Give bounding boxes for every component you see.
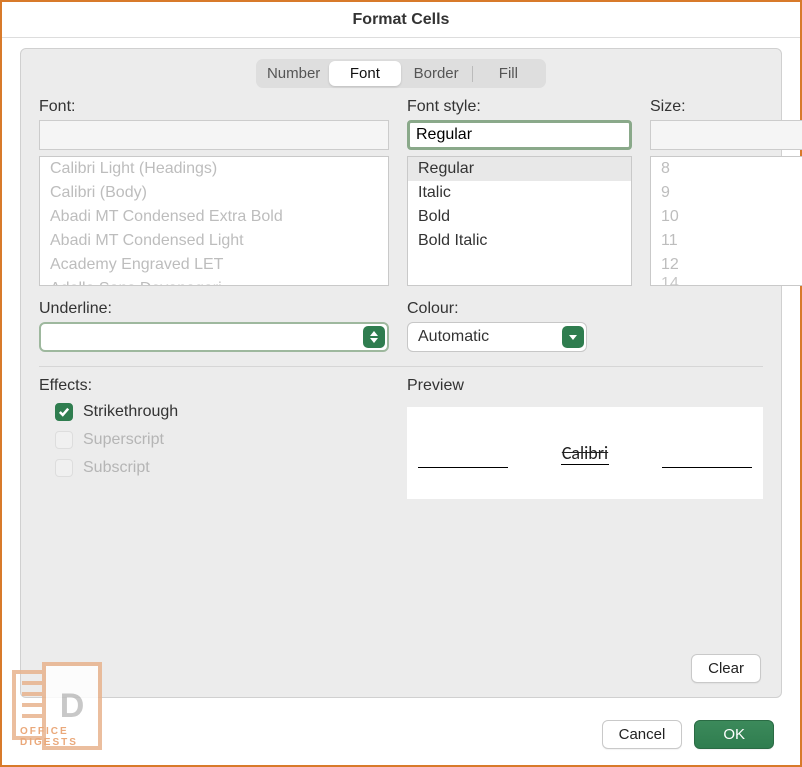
font-style-option[interactable]: Bold <box>408 205 631 229</box>
size-option[interactable]: 9 <box>651 181 802 205</box>
size-option[interactable]: 11 <box>651 229 802 253</box>
effects-label: Effects: <box>39 377 389 395</box>
checkbox-empty-icon <box>55 459 73 477</box>
font-label: Font: <box>39 98 389 116</box>
font-option[interactable]: Abadi MT Condensed Light <box>40 229 388 253</box>
preview-underline <box>662 467 752 468</box>
underline-dropdown[interactable] <box>39 322 389 352</box>
tab-font[interactable]: Font <box>329 61 400 86</box>
font-style-option[interactable]: Regular <box>408 157 631 181</box>
window-title-text: Format Cells <box>353 11 450 29</box>
preview-box: Calibri <box>407 407 763 499</box>
tab-border[interactable]: Border <box>401 61 472 86</box>
font-option[interactable]: Adelle Sans Devanagari <box>40 277 388 286</box>
dialog-panel: Number Font Border Fill Font: Calibri Li… <box>20 48 782 698</box>
colour-dropdown[interactable]: Automatic <box>407 322 587 352</box>
preview-label: Preview <box>407 377 763 395</box>
strikethrough-row[interactable]: Strikethrough <box>39 399 389 427</box>
dialog-footer: Cancel OK <box>602 720 774 749</box>
font-option[interactable]: Calibri (Body) <box>40 181 388 205</box>
size-option[interactable]: 12 <box>651 253 802 277</box>
subscript-row: Subscript <box>39 455 389 483</box>
font-option[interactable]: Calibri Light (Headings) <box>40 157 388 181</box>
tab-fill[interactable]: Fill <box>473 61 544 86</box>
size-option[interactable]: 8 <box>651 157 802 181</box>
size-input[interactable] <box>650 120 802 150</box>
strikethrough-label: Strikethrough <box>83 403 178 421</box>
section-divider <box>39 366 763 367</box>
watermark-text: OFFICE DIGESTS <box>20 726 102 748</box>
font-style-listbox[interactable]: Regular Italic Bold Bold Italic <box>407 156 632 286</box>
ok-button[interactable]: OK <box>694 720 774 749</box>
font-listbox[interactable]: Calibri Light (Headings) Calibri (Body) … <box>39 156 389 286</box>
font-style-option[interactable]: Italic <box>408 181 631 205</box>
font-style-input[interactable] <box>407 120 632 150</box>
checkbox-checked-icon <box>55 403 73 421</box>
colour-label: Colour: <box>407 300 587 318</box>
font-option[interactable]: Abadi MT Condensed Extra Bold <box>40 205 388 229</box>
font-option[interactable]: Academy Engraved LET <box>40 253 388 277</box>
size-label: Size: <box>650 98 802 116</box>
font-style-option[interactable]: Bold Italic <box>408 229 631 253</box>
subscript-label: Subscript <box>83 459 150 477</box>
window-title: Format Cells <box>2 2 800 38</box>
size-listbox[interactable]: 8 9 10 11 12 14 <box>650 156 802 286</box>
superscript-row: Superscript <box>39 427 389 455</box>
size-option[interactable]: 10 <box>651 205 802 229</box>
checkbox-empty-icon <box>55 431 73 449</box>
underline-label: Underline: <box>39 300 389 318</box>
chevron-down-icon <box>562 326 584 348</box>
font-input[interactable] <box>39 120 389 150</box>
size-option[interactable]: 14 <box>651 277 802 286</box>
clear-button[interactable]: Clear <box>691 654 761 683</box>
preview-underline <box>418 467 508 468</box>
tab-number[interactable]: Number <box>258 61 329 86</box>
tab-bar: Number Font Border Fill <box>256 59 546 88</box>
colour-value: Automatic <box>418 328 554 346</box>
stepper-icon <box>363 326 385 348</box>
preview-sample-text: Calibri <box>561 442 609 465</box>
cancel-button[interactable]: Cancel <box>602 720 683 749</box>
font-style-label: Font style: <box>407 98 632 116</box>
superscript-label: Superscript <box>83 431 164 449</box>
